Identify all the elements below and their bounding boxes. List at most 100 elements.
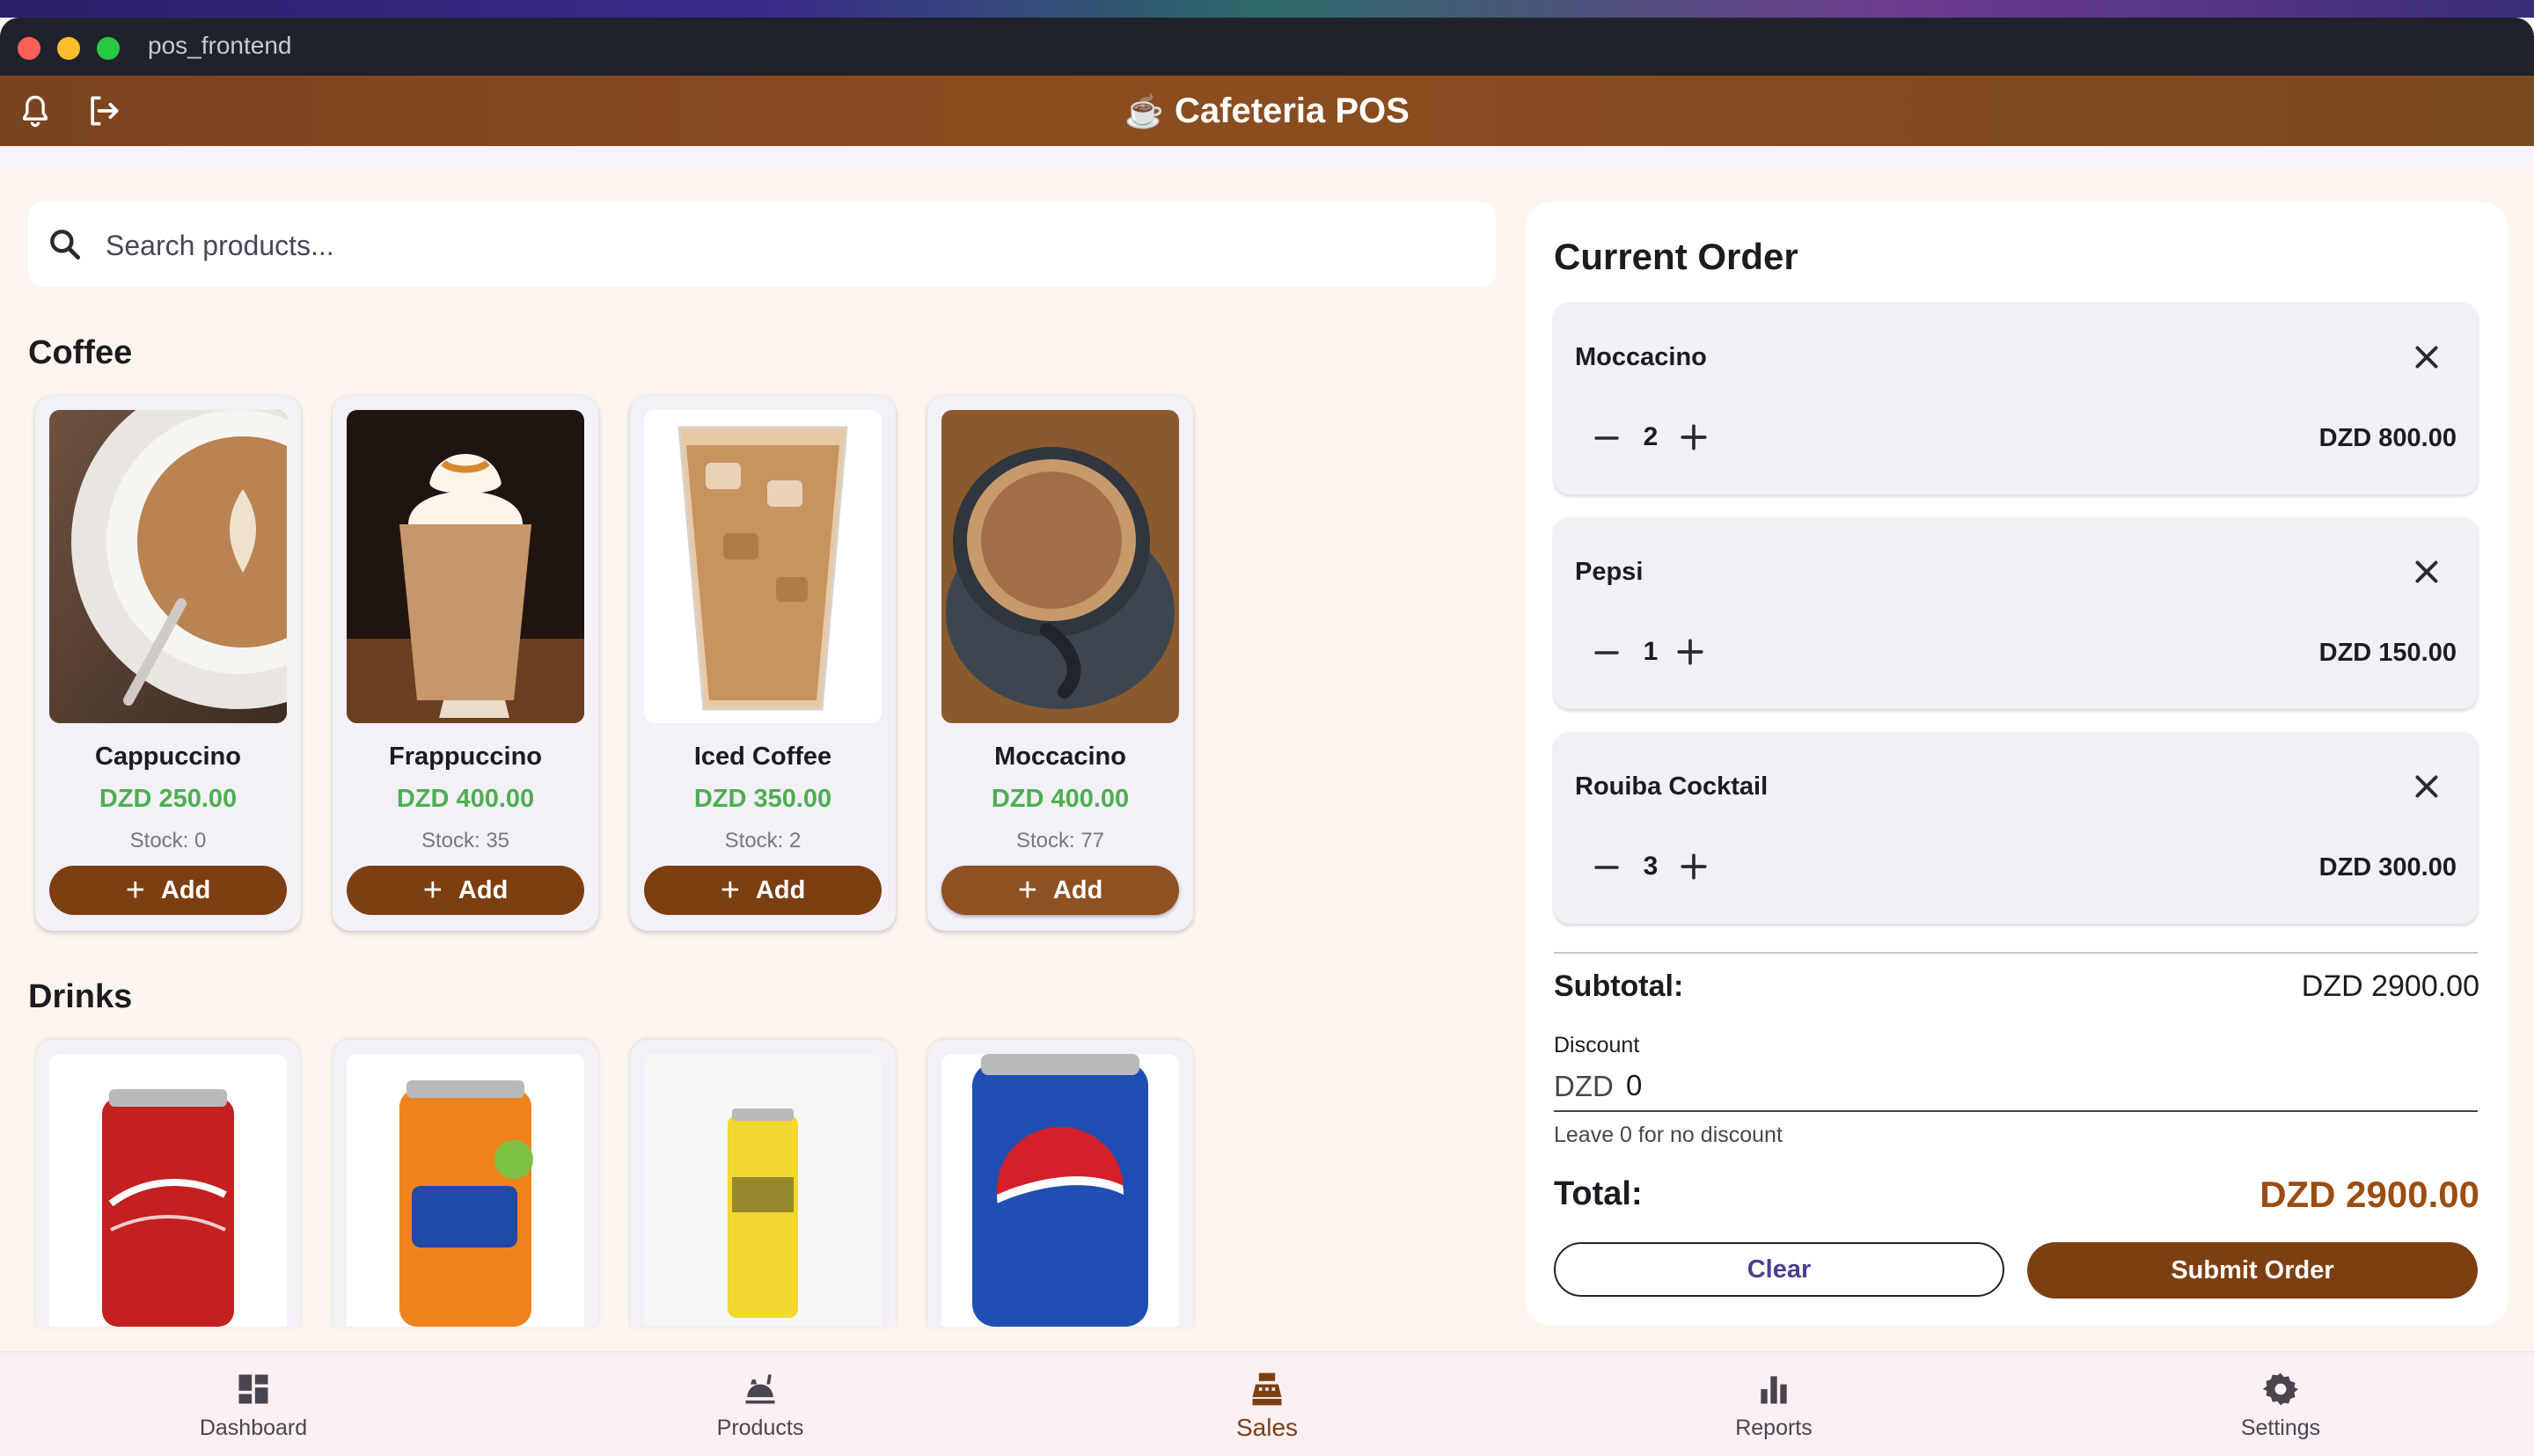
discount-field[interactable]: DZD <box>1554 1065 2478 1112</box>
increase-quantity-icon[interactable] <box>1679 422 1709 452</box>
search-icon <box>50 230 81 260</box>
remove-item-icon[interactable] <box>2411 556 2442 588</box>
order-item-total: DZD 150.00 <box>2318 639 2457 667</box>
total-value: DZD 2900.00 <box>2259 1174 2479 1215</box>
macos-menubar <box>0 0 2534 18</box>
order-item-name: Rouiba Cocktail <box>1575 772 1769 801</box>
subtotal-label: Subtotal: <box>1554 969 1684 1003</box>
increase-quantity-icon[interactable] <box>1679 852 1709 882</box>
product-card-drink[interactable] <box>35 1040 301 1327</box>
frappuccino-image <box>347 410 584 723</box>
nav-label: Dashboard <box>199 1416 308 1440</box>
appbar-spacer <box>0 146 2534 171</box>
cappuccino-image <box>49 410 287 723</box>
discount-helper-text: Leave 0 for no discount <box>1554 1123 1783 1147</box>
products-icon <box>745 1374 775 1404</box>
discount-label: Discount <box>1554 1033 1640 1057</box>
product-stock: Stock: 77 <box>1015 829 1105 852</box>
remove-item-icon[interactable] <box>2411 771 2442 802</box>
app-title-text: Cafeteria POS <box>1175 91 1410 130</box>
product-card-iced-coffee[interactable]: Iced Coffee DZD 350.00 Stock: 2 + Add <box>630 396 896 931</box>
remove-item-icon[interactable] <box>2411 341 2442 373</box>
product-card-moccacino[interactable]: Moccacino DZD 400.00 Stock: 77 + Add <box>927 396 1193 931</box>
order-title: Current Order <box>1554 236 1798 277</box>
order-item-quantity: 1 <box>1643 637 1659 666</box>
discount-input[interactable] <box>1626 1065 2418 1107</box>
order-item-name: Moccacino <box>1575 343 1707 371</box>
window-title: pos_frontend <box>148 32 292 59</box>
nav-label: Sales <box>1235 1414 1299 1441</box>
dashboard-icon <box>238 1374 268 1404</box>
product-stock: Stock: 2 <box>724 829 802 852</box>
hamoud-can-image <box>644 1054 882 1327</box>
settings-icon <box>2262 1372 2299 1406</box>
product-card-drink[interactable] <box>333 1040 598 1327</box>
order-item-total: DZD 300.00 <box>2318 853 2457 882</box>
nav-label: Settings <box>2240 1416 2321 1440</box>
sales-register-icon <box>1252 1372 1282 1406</box>
reports-icon <box>1761 1376 1787 1404</box>
product-card-cappuccino[interactable]: Cappuccino DZD 250.00 Stock: 0 + Add <box>35 396 301 931</box>
clear-order-button[interactable]: Clear <box>1554 1242 2004 1297</box>
decrease-quantity-icon[interactable] <box>1593 853 1621 882</box>
increase-quantity-icon[interactable] <box>1675 637 1705 667</box>
product-price: DZD 400.00 <box>396 785 535 813</box>
product-name: Frappuccino <box>388 743 542 771</box>
submit-order-button[interactable]: Submit Order <box>2027 1242 2478 1299</box>
summary-divider <box>1554 952 2478 954</box>
nav-item-dashboard[interactable]: Dashboard <box>121 1352 385 1456</box>
nav-item-sales[interactable]: Sales <box>1135 1352 1399 1456</box>
decrease-quantity-icon[interactable] <box>1593 639 1621 667</box>
product-price: DZD 400.00 <box>991 785 1130 813</box>
subtotal-value: DZD 2900.00 <box>2301 969 2479 1003</box>
app-title: ☕ Cafeteria POS <box>0 91 2534 131</box>
product-card-drink[interactable] <box>927 1040 1193 1327</box>
product-price: DZD 250.00 <box>99 785 238 813</box>
pepsi-can-image <box>941 1054 1179 1327</box>
decrease-quantity-icon[interactable] <box>1593 424 1621 452</box>
product-price: DZD 350.00 <box>693 785 832 813</box>
category-title-coffee: Coffee <box>28 334 133 371</box>
coffee-cup-icon: ☕ <box>1124 93 1165 129</box>
add-to-order-button[interactable]: + Add <box>644 866 882 915</box>
product-name: Cappuccino <box>95 743 241 771</box>
product-card-frappuccino[interactable]: Frappuccino DZD 400.00 Stock: 35 + Add <box>333 396 598 931</box>
nav-item-products[interactable]: Products <box>628 1352 892 1456</box>
product-card-drink[interactable] <box>630 1040 896 1327</box>
product-stock: Stock: 35 <box>421 829 510 852</box>
total-label: Total: <box>1554 1175 1643 1212</box>
order-item: Moccacino 2 DZD 800.00 <box>1554 303 2478 494</box>
zoom-window-button[interactable] <box>97 37 120 60</box>
coca-cola-can-image <box>49 1054 287 1327</box>
search-bar[interactable] <box>28 202 1496 289</box>
category-title-drinks: Drinks <box>28 978 133 1015</box>
current-order-panel: Current Order Moccacino 2 DZD 800.00 Pep… <box>1526 202 2508 1325</box>
nav-item-settings[interactable]: Settings <box>2149 1352 2413 1456</box>
add-button-label: Add <box>755 875 806 904</box>
order-item-total: DZD 800.00 <box>2318 424 2457 452</box>
product-stock: Stock: 0 <box>129 829 207 852</box>
order-item: Pepsi 1 DZD 150.00 <box>1554 517 2478 709</box>
discount-currency-prefix: DZD <box>1554 1070 1614 1102</box>
search-input[interactable] <box>104 202 1462 289</box>
nav-item-reports[interactable]: Reports <box>1642 1352 1906 1456</box>
nav-label: Reports <box>1735 1416 1813 1440</box>
fanta-can-image <box>347 1054 584 1327</box>
window-titlebar <box>0 18 2534 76</box>
product-name: Iced Coffee <box>693 743 832 771</box>
plus-icon: + <box>1017 872 1037 909</box>
order-item-quantity: 3 <box>1643 852 1659 881</box>
add-button-label: Add <box>160 875 211 904</box>
app-bar: ☕ Cafeteria POS <box>0 76 2534 146</box>
moccacino-image <box>941 410 1179 723</box>
add-to-order-button[interactable]: + Add <box>941 866 1179 915</box>
order-item-name: Pepsi <box>1575 558 1644 586</box>
close-window-button[interactable] <box>18 37 40 60</box>
add-button-label: Add <box>458 875 509 904</box>
plus-icon: + <box>422 872 443 909</box>
add-to-order-button[interactable]: + Add <box>49 866 287 915</box>
product-name: Moccacino <box>994 743 1126 771</box>
minimize-window-button[interactable] <box>57 37 80 60</box>
plus-icon: + <box>720 872 740 909</box>
add-to-order-button[interactable]: + Add <box>347 866 584 915</box>
